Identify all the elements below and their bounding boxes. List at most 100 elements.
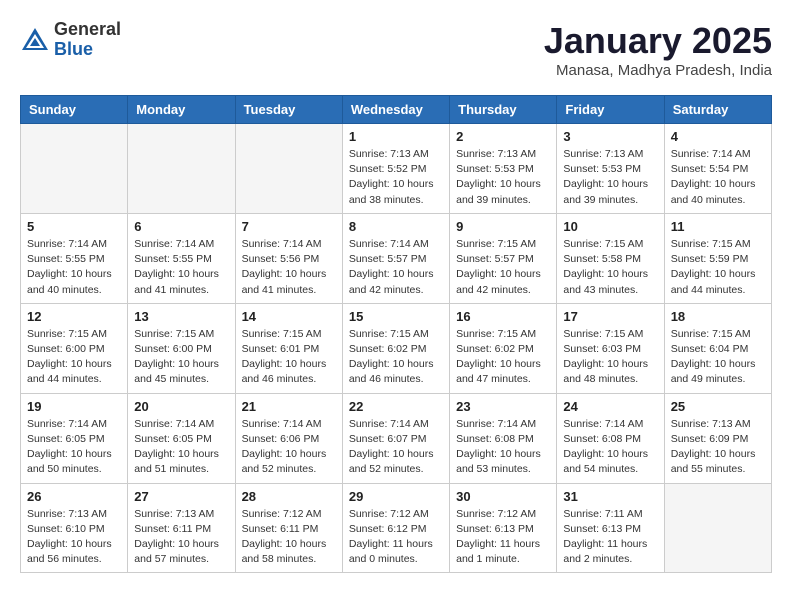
calendar-day-cell: 4 Sunrise: 7:14 AM Sunset: 5:54 PM Daylig… <box>664 124 771 214</box>
logo: General Blue <box>20 20 121 60</box>
day-info: Sunrise: 7:15 AM Sunset: 6:03 PM Dayligh… <box>563 327 657 388</box>
calendar-day-cell: 18Sunrise: 7:15 AM Sunset: 6:04 PM Dayli… <box>664 303 771 393</box>
day-number: 5 <box>27 219 121 234</box>
day-info: Sunrise: 7:11 AM Sunset: 6:13 PM Dayligh… <box>563 507 657 568</box>
day-info: Sunrise: 7:15 AM Sunset: 6:02 PM Dayligh… <box>349 327 443 388</box>
calendar-day-cell: 15 Sunrise: 7:15 AM Sunset: 6:02 PM Dayli… <box>342 303 449 393</box>
weekday-header: Thursday <box>450 96 557 124</box>
weekday-header: Sunday <box>21 96 128 124</box>
calendar-day-cell: 13 Sunrise: 7:15 AM Sunset: 6:00 PM Dayli… <box>128 303 235 393</box>
day-number: 4 <box>671 129 765 144</box>
day-number: 6 <box>134 219 228 234</box>
day-info: Sunrise: 7:15 AM Sunset: 6:01 PM Dayligh… <box>242 327 336 388</box>
day-info: Sunrise: 7:14 AM Sunset: 6:05 PM Dayligh… <box>27 417 121 478</box>
location: Manasa, Madhya Pradesh, India <box>544 62 772 79</box>
day-info: Sunrise: 7:14 AM Sunset: 6:08 PM Dayligh… <box>456 417 550 478</box>
day-info: Sunrise: 7:15 AM Sunset: 6:00 PM Dayligh… <box>27 327 121 388</box>
calendar-day-cell <box>664 483 771 573</box>
day-info: Sunrise: 7:15 AM Sunset: 6:02 PM Dayligh… <box>456 327 550 388</box>
weekday-header: Wednesday <box>342 96 449 124</box>
day-info: Sunrise: 7:15 AM Sunset: 5:58 PM Dayligh… <box>563 237 657 298</box>
calendar-day-cell: 6 Sunrise: 7:14 AM Sunset: 5:55 PM Daylig… <box>128 213 235 303</box>
day-info: Sunrise: 7:15 AM Sunset: 6:00 PM Dayligh… <box>134 327 228 388</box>
calendar-day-cell: 5 Sunrise: 7:14 AM Sunset: 5:55 PM Daylig… <box>21 213 128 303</box>
day-number: 29 <box>349 489 443 504</box>
calendar-day-cell <box>128 124 235 214</box>
day-number: 16 <box>456 309 550 324</box>
day-number: 25 <box>671 399 765 414</box>
calendar-day-cell: 26 Sunrise: 7:13 AM Sunset: 6:10 PM Dayli… <box>21 483 128 573</box>
day-number: 13 <box>134 309 228 324</box>
day-number: 12 <box>27 309 121 324</box>
calendar-day-cell: 11 Sunrise: 7:15 AM Sunset: 5:59 PM Dayli… <box>664 213 771 303</box>
day-info: Sunrise: 7:14 AM Sunset: 5:54 PM Dayligh… <box>671 147 765 208</box>
calendar-day-cell: 9Sunrise: 7:15 AM Sunset: 5:57 PM Daylig… <box>450 213 557 303</box>
day-info: Sunrise: 7:12 AM Sunset: 6:11 PM Dayligh… <box>242 507 336 568</box>
page-header: General Blue January 2025 Manasa, Madhya… <box>20 20 772 79</box>
day-info: Sunrise: 7:14 AM Sunset: 5:57 PM Dayligh… <box>349 237 443 298</box>
day-number: 22 <box>349 399 443 414</box>
day-info: Sunrise: 7:14 AM Sunset: 6:05 PM Dayligh… <box>134 417 228 478</box>
calendar-day-cell: 20 Sunrise: 7:14 AM Sunset: 6:05 PM Dayli… <box>128 393 235 483</box>
weekday-header: Monday <box>128 96 235 124</box>
day-number: 31 <box>563 489 657 504</box>
calendar-day-cell <box>235 124 342 214</box>
weekday-header: Tuesday <box>235 96 342 124</box>
weekday-header: Saturday <box>664 96 771 124</box>
day-number: 11 <box>671 219 765 234</box>
calendar-table: SundayMondayTuesdayWednesdayThursdayFrid… <box>20 95 772 573</box>
calendar-day-cell: 28 Sunrise: 7:12 AM Sunset: 6:11 PM Dayli… <box>235 483 342 573</box>
day-number: 26 <box>27 489 121 504</box>
calendar-week-row: 12 Sunrise: 7:15 AM Sunset: 6:00 PM Dayli… <box>21 303 772 393</box>
month-title: January 2025 <box>544 20 772 62</box>
title-area: January 2025 Manasa, Madhya Pradesh, Ind… <box>544 20 772 79</box>
calendar-day-cell: 24 Sunrise: 7:14 AM Sunset: 6:08 PM Dayli… <box>557 393 664 483</box>
day-info: Sunrise: 7:13 AM Sunset: 5:53 PM Dayligh… <box>563 147 657 208</box>
day-number: 30 <box>456 489 550 504</box>
calendar-day-cell: 27 Sunrise: 7:13 AM Sunset: 6:11 PM Dayli… <box>128 483 235 573</box>
calendar-day-cell: 2 Sunrise: 7:13 AM Sunset: 5:53 PM Daylig… <box>450 124 557 214</box>
day-info: Sunrise: 7:12 AM Sunset: 6:13 PM Dayligh… <box>456 507 550 568</box>
calendar-header-row: SundayMondayTuesdayWednesdayThursdayFrid… <box>21 96 772 124</box>
day-info: Sunrise: 7:13 AM Sunset: 5:52 PM Dayligh… <box>349 147 443 208</box>
day-number: 14 <box>242 309 336 324</box>
day-info: Sunrise: 7:15 AM Sunset: 5:59 PM Dayligh… <box>671 237 765 298</box>
logo-general: General <box>54 20 121 40</box>
calendar-day-cell: 14 Sunrise: 7:15 AM Sunset: 6:01 PM Dayli… <box>235 303 342 393</box>
day-number: 27 <box>134 489 228 504</box>
day-number: 20 <box>134 399 228 414</box>
day-number: 7 <box>242 219 336 234</box>
day-number: 24 <box>563 399 657 414</box>
day-number: 19 <box>27 399 121 414</box>
day-info: Sunrise: 7:14 AM Sunset: 6:08 PM Dayligh… <box>563 417 657 478</box>
calendar-day-cell: 7Sunrise: 7:14 AM Sunset: 5:56 PM Daylig… <box>235 213 342 303</box>
day-number: 21 <box>242 399 336 414</box>
calendar-day-cell: 29 Sunrise: 7:12 AM Sunset: 6:12 PM Dayli… <box>342 483 449 573</box>
logo-icon <box>20 26 50 54</box>
day-info: Sunrise: 7:14 AM Sunset: 5:55 PM Dayligh… <box>27 237 121 298</box>
calendar-day-cell <box>21 124 128 214</box>
calendar-day-cell: 31 Sunrise: 7:11 AM Sunset: 6:13 PM Dayli… <box>557 483 664 573</box>
day-info: Sunrise: 7:13 AM Sunset: 5:53 PM Dayligh… <box>456 147 550 208</box>
day-info: Sunrise: 7:14 AM Sunset: 5:55 PM Dayligh… <box>134 237 228 298</box>
day-info: Sunrise: 7:15 AM Sunset: 6:04 PM Dayligh… <box>671 327 765 388</box>
day-info: Sunrise: 7:12 AM Sunset: 6:12 PM Dayligh… <box>349 507 443 568</box>
day-info: Sunrise: 7:14 AM Sunset: 6:07 PM Dayligh… <box>349 417 443 478</box>
day-number: 8 <box>349 219 443 234</box>
day-number: 9 <box>456 219 550 234</box>
calendar-day-cell: 10 Sunrise: 7:15 AM Sunset: 5:58 PM Dayli… <box>557 213 664 303</box>
day-info: Sunrise: 7:13 AM Sunset: 6:11 PM Dayligh… <box>134 507 228 568</box>
day-info: Sunrise: 7:13 AM Sunset: 6:10 PM Dayligh… <box>27 507 121 568</box>
logo-text: General Blue <box>54 20 121 60</box>
calendar-day-cell: 25Sunrise: 7:13 AM Sunset: 6:09 PM Dayli… <box>664 393 771 483</box>
calendar-week-row: 19 Sunrise: 7:14 AM Sunset: 6:05 PM Dayli… <box>21 393 772 483</box>
day-number: 3 <box>563 129 657 144</box>
calendar-day-cell: 16 Sunrise: 7:15 AM Sunset: 6:02 PM Dayli… <box>450 303 557 393</box>
calendar-day-cell: 21Sunrise: 7:14 AM Sunset: 6:06 PM Dayli… <box>235 393 342 483</box>
day-number: 1 <box>349 129 443 144</box>
day-number: 28 <box>242 489 336 504</box>
day-number: 10 <box>563 219 657 234</box>
calendar-week-row: 1 Sunrise: 7:13 AM Sunset: 5:52 PM Daylig… <box>21 124 772 214</box>
day-number: 15 <box>349 309 443 324</box>
day-number: 2 <box>456 129 550 144</box>
